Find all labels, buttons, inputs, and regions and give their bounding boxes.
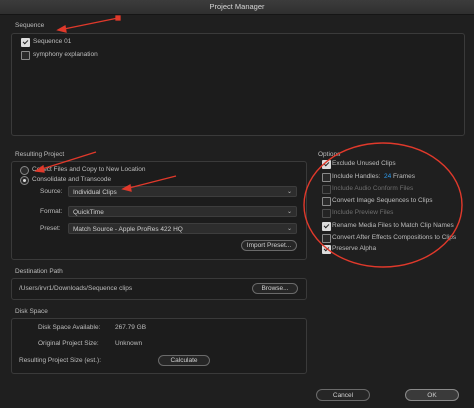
window-title: Project Manager (0, 0, 474, 15)
format-value: QuickTime (73, 209, 104, 216)
sequence-heading: Sequence (15, 22, 45, 29)
disk-space-panel: Disk Space Available: 267.79 GB Original… (11, 318, 307, 374)
symphony-explanation-checkbox[interactable] (21, 51, 30, 60)
preserve-alpha-checkbox[interactable] (322, 245, 331, 254)
exclude-unused-clips-checkbox[interactable] (322, 160, 331, 169)
collect-files-radio[interactable] (20, 166, 29, 175)
resulting-project-heading: Resulting Project (15, 151, 65, 158)
sequence-01-label: Sequence 01 (33, 38, 72, 45)
destination-heading: Destination Path (15, 268, 63, 275)
chevron-down-icon: ⌄ (286, 226, 292, 232)
sequence-01-checkbox[interactable] (21, 38, 30, 47)
destination-path: /Users/irvr1/Downloads/Sequence clips (19, 285, 133, 292)
consolidate-transcode-label: Consolidate and Transcode (32, 176, 112, 183)
disk-space-heading: Disk Space (15, 308, 48, 315)
format-select[interactable]: QuickTime ⌄ (68, 206, 297, 217)
calculate-button[interactable]: Calculate (158, 355, 210, 366)
source-label: Source: (40, 188, 63, 195)
annotation-arrowhead-sequence (56, 24, 67, 33)
disk-available-value: 267.79 GB (115, 324, 147, 331)
preset-select[interactable]: Match Source - Apple ProRes 422 HQ ⌄ (68, 223, 297, 234)
original-size-value: Unknown (115, 340, 143, 347)
browse-button[interactable]: Browse... (252, 283, 298, 294)
chevron-down-icon: ⌄ (286, 189, 292, 195)
include-audio-conform-checkbox[interactable] (322, 185, 331, 194)
collect-files-label: Collect Files and Copy to New Location (32, 166, 146, 173)
preset-label: Preset: (40, 225, 61, 232)
symphony-explanation-label: symphony explanation (33, 51, 98, 58)
options-heading: Options (318, 151, 341, 158)
include-handles-label: Include Handles: (332, 173, 381, 180)
options-panel: Exclude Unused Clips Include Handles: 24… (314, 158, 463, 262)
annotation-arrow-sequence (63, 17, 119, 30)
sequence-panel: Sequence 01 symphony explanation (11, 33, 465, 136)
resulting-project-panel: Collect Files and Copy to New Location C… (11, 161, 307, 260)
include-audio-conform-label: Include Audio Conform Files (332, 185, 414, 192)
convert-image-sequences-checkbox[interactable] (322, 197, 331, 206)
include-preview-files-label: Include Preview Files (332, 209, 394, 216)
resulting-size-label: Resulting Project Size (est.): (19, 357, 102, 364)
preserve-alpha-label: Preserve Alpha (332, 245, 377, 252)
include-handles-checkbox[interactable] (322, 173, 331, 182)
import-preset-button[interactable]: Import Preset... (241, 240, 297, 251)
cancel-button[interactable]: Cancel (316, 389, 370, 401)
exclude-unused-clips-label: Exclude Unused Clips (332, 160, 396, 167)
format-label: Format: (40, 208, 63, 215)
convert-image-sequences-label: Convert Image Sequences to Clips (332, 197, 433, 204)
annotation-arrow-tail (115, 15, 121, 21)
destination-panel: /Users/irvr1/Downloads/Sequence clips Br… (11, 278, 307, 300)
rename-media-files-label: Rename Media Files to Match Clip Names (332, 222, 454, 229)
handles-value[interactable]: 24 (384, 173, 391, 180)
chevron-down-icon: ⌄ (286, 209, 292, 215)
ok-button[interactable]: OK (405, 389, 459, 401)
disk-available-label: Disk Space Available: (38, 324, 101, 331)
original-size-label: Original Project Size: (38, 340, 99, 347)
consolidate-transcode-radio[interactable] (20, 176, 29, 185)
rename-media-files-checkbox[interactable] (322, 222, 331, 231)
convert-ae-compositions-checkbox[interactable] (322, 234, 331, 243)
handles-unit: Frames (393, 173, 416, 180)
convert-ae-compositions-label: Convert After Effects Compositions to Cl… (332, 234, 457, 241)
preset-value: Match Source - Apple ProRes 422 HQ (73, 226, 183, 233)
include-preview-files-checkbox[interactable] (322, 209, 331, 218)
source-value: Individual Clips (73, 189, 117, 196)
source-select[interactable]: Individual Clips ⌄ (68, 186, 297, 197)
